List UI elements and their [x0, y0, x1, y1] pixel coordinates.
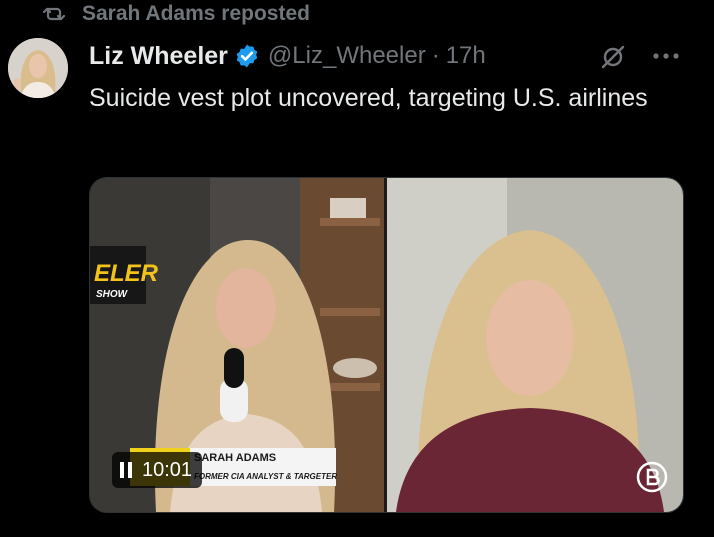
avatar[interactable]: [8, 38, 68, 98]
channel-logo-icon: [636, 461, 668, 493]
repost-label: Sarah Adams reposted: [82, 2, 310, 25]
author-handle[interactable]: @Liz_Wheeler: [268, 42, 426, 70]
more-options-button[interactable]: [648, 42, 684, 70]
pause-icon[interactable]: [120, 462, 132, 478]
video-player[interactable]: ELER SHOW SARAH ADAMS FORMER CIA ANALYST…: [89, 177, 684, 513]
video-controls[interactable]: 10:01: [112, 452, 203, 488]
post-header: Liz Wheeler @Liz_Wheeler · 17h: [89, 38, 684, 74]
author-name[interactable]: Liz Wheeler: [89, 42, 228, 71]
verified-badge-icon: [236, 44, 258, 68]
sign-text: ELER: [94, 260, 159, 287]
repost-icon: [42, 7, 66, 21]
lower-third-title: FORMER CIA ANALYST & TARGETER: [194, 472, 337, 481]
more-options-icon: [653, 53, 679, 59]
video-timestamp: 10:01: [142, 458, 193, 481]
grok-icon[interactable]: [598, 42, 628, 72]
lower-third-name: SARAH ADAMS: [194, 452, 276, 464]
separator-dot: ·: [431, 42, 440, 69]
post-text: Suicide vest plot uncovered, targeting U…: [89, 84, 648, 112]
sign-sub: SHOW: [96, 289, 129, 300]
post-time[interactable]: 17h: [446, 42, 486, 70]
repost-header[interactable]: Sarah Adams reposted: [42, 0, 310, 28]
